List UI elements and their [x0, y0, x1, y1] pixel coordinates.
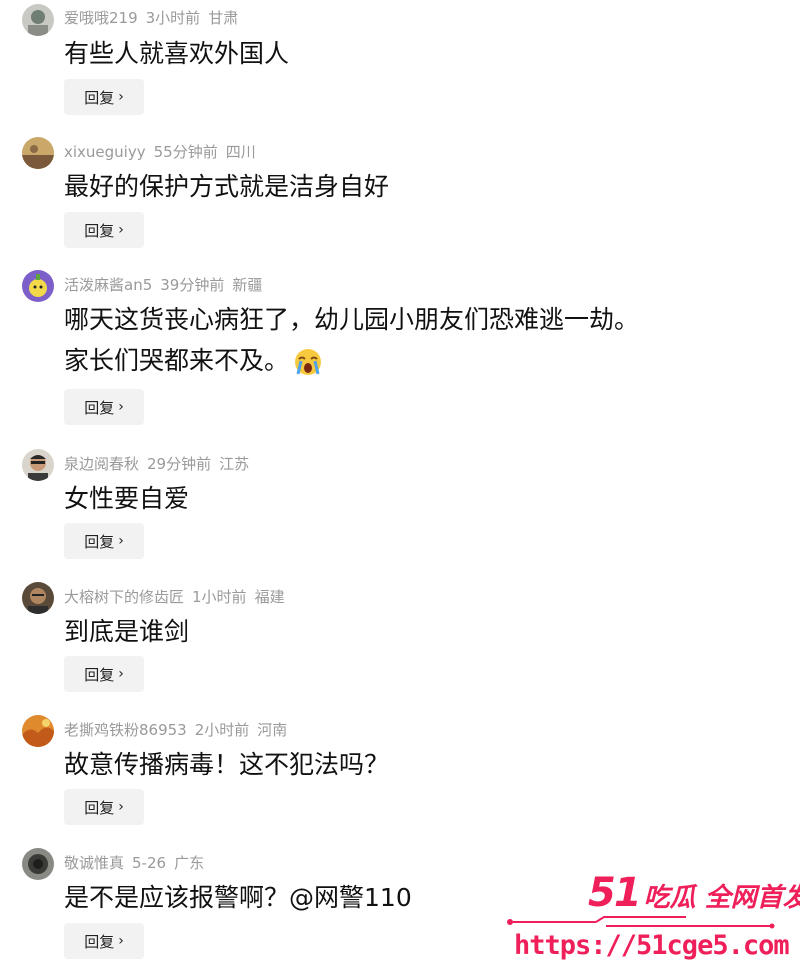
- location: 河南: [257, 721, 288, 739]
- username[interactable]: 活泼麻酱an5: [64, 276, 152, 294]
- location: 新疆: [232, 276, 263, 294]
- comment-text: 女性要自爱: [64, 484, 190, 513]
- avatar[interactable]: [22, 449, 54, 481]
- location: 甘肃: [208, 9, 239, 27]
- circuit-line-icon: [507, 916, 775, 929]
- avatar[interactable]: [22, 4, 54, 36]
- comment-text-continued: 家长们哭都来不及。: [64, 346, 290, 375]
- watermark: 51 吃瓜 全网首发 https://51cge5.com: [500, 868, 800, 971]
- reply-button[interactable]: 回复 ›: [64, 789, 144, 825]
- avatar[interactable]: [22, 848, 54, 880]
- comment-text-line2: 家长们哭都来不及。: [64, 341, 323, 381]
- reply-label: 回复: [84, 665, 115, 684]
- timestamp: 29分钟前: [147, 455, 212, 473]
- timestamp: 2小时前: [194, 721, 250, 739]
- reply-label: 回复: [84, 221, 115, 240]
- reply-button[interactable]: 回复 ›: [64, 523, 144, 559]
- reply-button[interactable]: 回复 ›: [64, 389, 144, 425]
- timestamp: 5-26: [132, 854, 167, 872]
- chevron-right-icon: ›: [118, 399, 124, 415]
- avatar[interactable]: [22, 715, 54, 747]
- username[interactable]: 敬诚惟真: [64, 854, 124, 872]
- watermark-url: https://51cge5.com: [514, 930, 790, 961]
- reply-label: 回复: [84, 798, 115, 817]
- timestamp: 3小时前: [145, 9, 201, 27]
- watermark-logo: 51 吃瓜 全网首发: [588, 870, 800, 916]
- comment-text: 是不是应该报警啊？@网警110: [64, 883, 412, 912]
- location: 江苏: [219, 455, 250, 473]
- chevron-right-icon: ›: [118, 222, 124, 238]
- comment-text: 有些人就喜欢外国人: [64, 39, 290, 68]
- reply-button[interactable]: 回复 ›: [64, 656, 144, 692]
- username[interactable]: 爱哦哦219: [64, 9, 138, 27]
- comment-meta: 大榕树下的修齿匠 1小时前 福建: [64, 587, 293, 607]
- chevron-right-icon: ›: [118, 533, 124, 549]
- username[interactable]: 泉边阅春秋: [64, 455, 139, 473]
- username[interactable]: 大榕树下的修齿匠: [64, 588, 184, 606]
- watermark-tagline: 吃瓜 全网首发: [643, 883, 800, 913]
- comment-meta: 活泼麻酱an5 39分钟前 新疆: [64, 275, 270, 295]
- reply-button[interactable]: 回复 ›: [64, 923, 144, 959]
- comment-meta: 老撕鸡铁粉86953 2小时前 河南: [64, 720, 295, 740]
- location: 四川: [225, 143, 256, 161]
- crying-emoji-icon: [293, 347, 323, 377]
- timestamp: 39分钟前: [160, 276, 225, 294]
- chevron-right-icon: ›: [118, 799, 124, 815]
- reply-label: 回复: [84, 398, 115, 417]
- comment-text: 哪天这货丧心病狂了，幼儿园小朋友们恐难逃一劫。: [64, 305, 640, 334]
- reply-button[interactable]: 回复 ›: [64, 212, 144, 248]
- comment-text: 故意传播病毒！这不犯法吗？: [64, 750, 390, 779]
- avatar[interactable]: [22, 137, 54, 169]
- reply-button[interactable]: 回复 ›: [64, 79, 144, 115]
- comment-meta: xixueguiyy 55分钟前 四川: [64, 142, 264, 162]
- chevron-right-icon: ›: [118, 666, 124, 682]
- avatar[interactable]: [22, 582, 54, 614]
- username[interactable]: xixueguiyy: [64, 143, 146, 161]
- reply-label: 回复: [84, 932, 115, 951]
- comment-meta: 敬诚惟真 5-26 广东: [64, 853, 212, 873]
- location: 广东: [174, 854, 205, 872]
- reply-label: 回复: [84, 532, 115, 551]
- chevron-right-icon: ›: [118, 933, 124, 949]
- comment-text: 到底是谁剑: [64, 617, 190, 646]
- chevron-right-icon: ›: [118, 89, 124, 105]
- avatar[interactable]: [22, 270, 54, 302]
- comment-meta: 泉边阅春秋 29分钟前 江苏: [64, 454, 257, 474]
- username[interactable]: 老撕鸡铁粉86953: [64, 721, 187, 739]
- comment-meta: 爱哦哦219 3小时前 甘肃: [64, 8, 246, 28]
- timestamp: 55分钟前: [153, 143, 218, 161]
- location: 福建: [254, 588, 285, 606]
- timestamp: 1小时前: [192, 588, 247, 606]
- reply-label: 回复: [84, 88, 115, 107]
- watermark-number: 51: [588, 870, 642, 916]
- comment-text: 最好的保护方式就是洁身自好: [64, 172, 390, 201]
